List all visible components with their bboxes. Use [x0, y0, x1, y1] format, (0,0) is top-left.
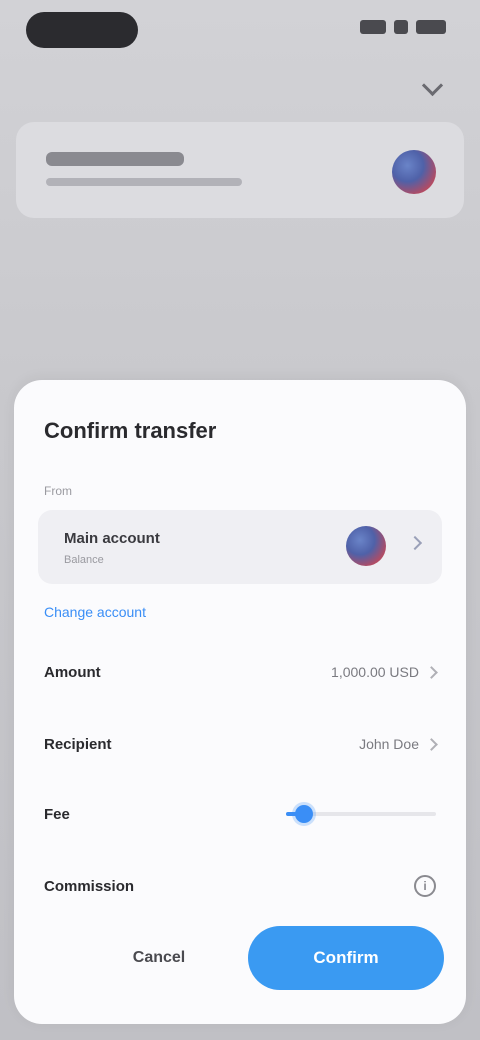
account-name: Main account: [64, 530, 160, 547]
flag-icon: [346, 526, 386, 566]
confirm-button[interactable]: Confirm: [248, 926, 444, 990]
row-commission: Commission i: [44, 866, 436, 906]
slider-thumb[interactable]: [295, 805, 313, 823]
row-value: John Doe: [359, 736, 419, 752]
signal-icon: [360, 20, 386, 34]
cancel-button[interactable]: Cancel: [84, 932, 234, 984]
row-value-wrap: 1,000.00 USD: [331, 664, 438, 680]
account-selector[interactable]: Main account Balance: [38, 510, 442, 584]
flag-icon: [392, 150, 436, 194]
row-amount[interactable]: Amount 1,000.00 USD: [44, 652, 438, 692]
sheet-title: Confirm transfer: [44, 418, 217, 443]
background-account-name: [46, 152, 184, 166]
row-label: Commission: [44, 877, 135, 895]
chevron-right-icon: [425, 737, 438, 751]
fee-slider[interactable]: [286, 805, 436, 823]
info-icon[interactable]: i: [414, 875, 436, 897]
battery-icon: [416, 20, 446, 34]
status-icons: [360, 20, 446, 34]
row-value-wrap: John Doe: [359, 736, 438, 752]
sheet-caption: From: [44, 484, 72, 498]
status-time-pill: [26, 12, 138, 48]
row-label: Fee: [44, 805, 70, 823]
status-bar: [0, 0, 480, 64]
wifi-icon: [394, 20, 408, 34]
row-value: 1,000.00 USD: [331, 664, 419, 680]
bottom-sheet: Confirm transfer From Main account Balan…: [14, 380, 466, 1024]
row-recipient[interactable]: Recipient John Doe: [44, 724, 438, 764]
row-label: Amount: [44, 663, 101, 681]
account-detail: Balance: [64, 554, 104, 566]
row-label: Recipient: [44, 735, 112, 753]
background-account-card: [16, 122, 464, 218]
chevron-right-icon: [407, 535, 423, 551]
chevron-right-icon: [425, 665, 438, 679]
row-fee: Fee: [44, 794, 436, 834]
background-account-detail: [46, 178, 242, 186]
change-account-link[interactable]: Change account: [44, 604, 146, 620]
